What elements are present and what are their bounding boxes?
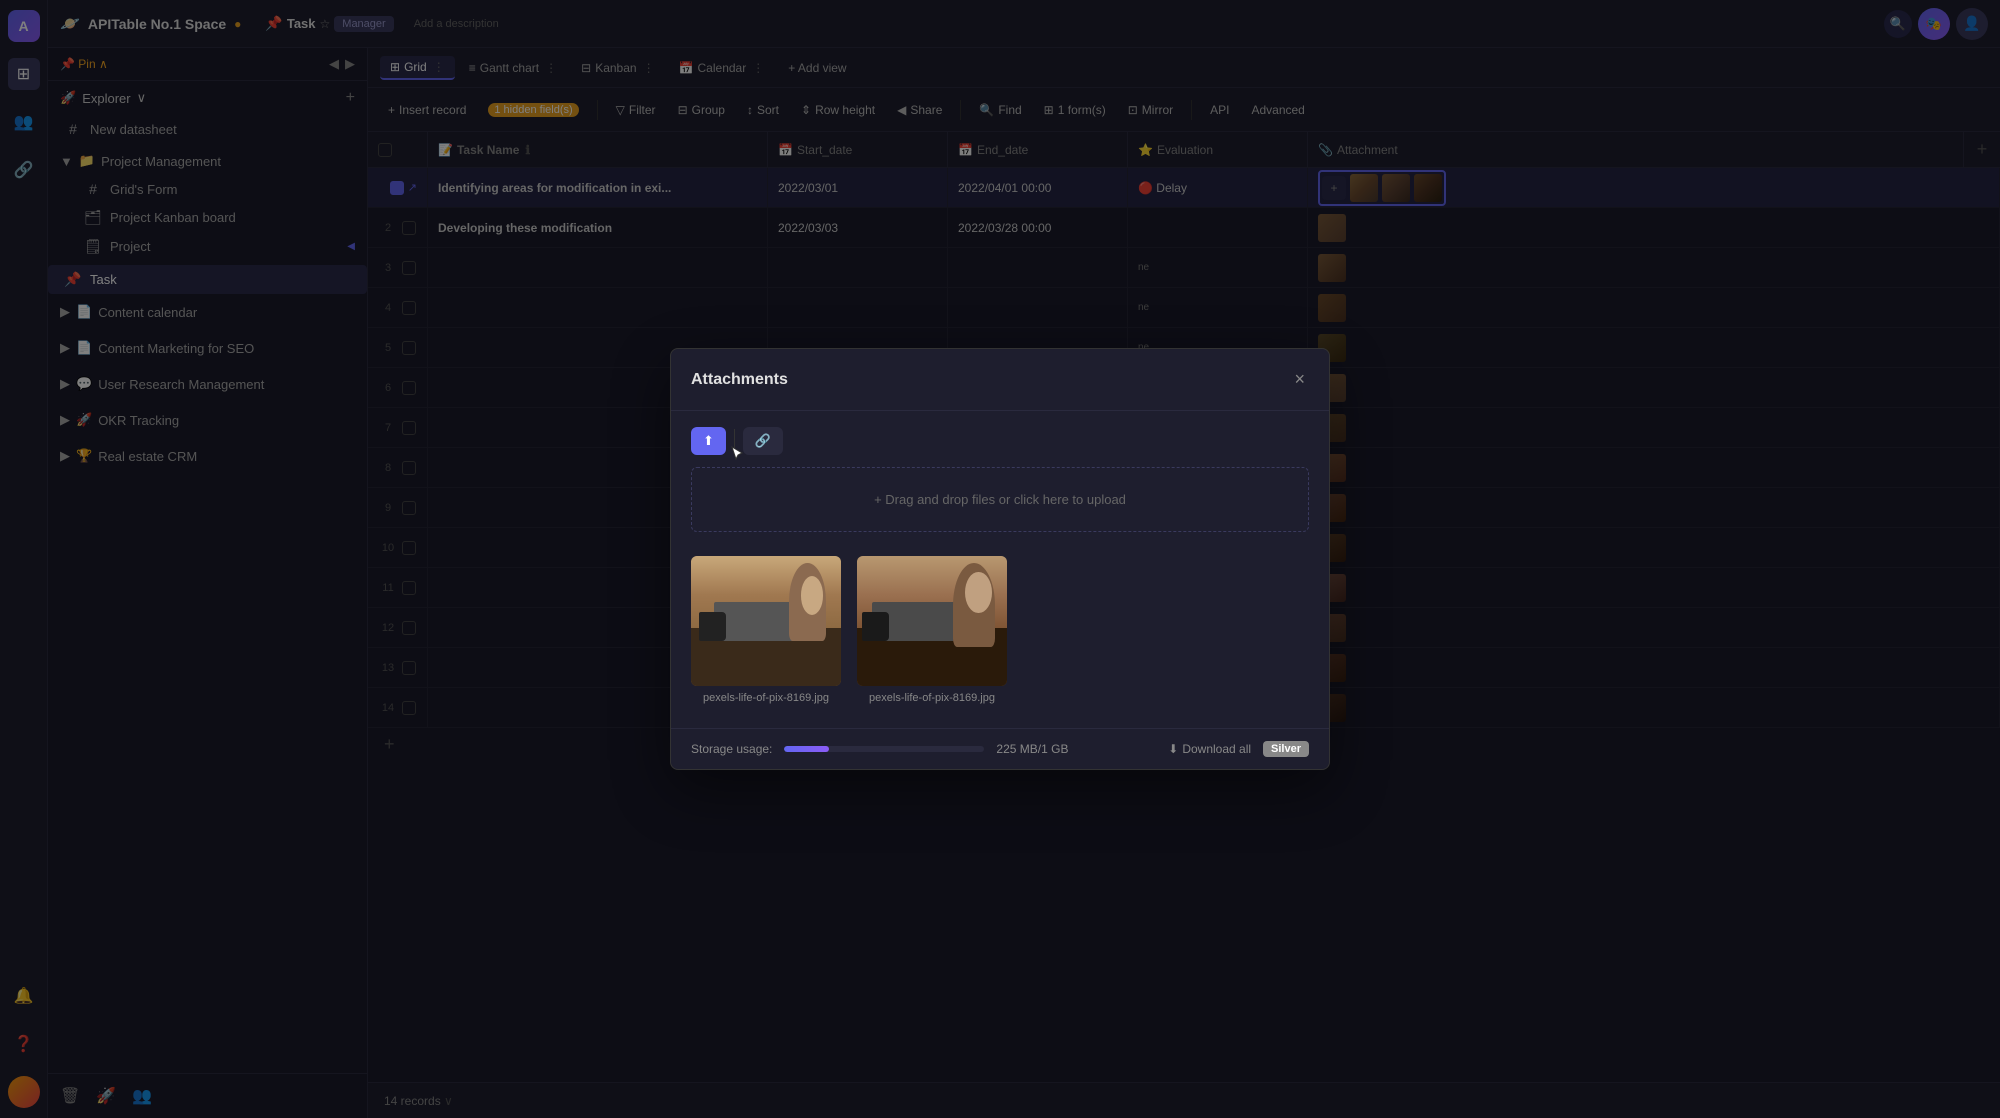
download-all-btn[interactable]: ⬇ Download all	[1168, 742, 1251, 756]
storage-label: Storage usage:	[691, 742, 772, 756]
attachment-thumb-1	[691, 556, 841, 686]
attachment-name-1: pexels-life-of-pix-8169.jpg	[703, 692, 829, 704]
upload-toolbar: ⬆ 🔗	[691, 427, 1309, 455]
modal-body: ⬆ 🔗 + Drag and drop files or click here …	[671, 411, 1329, 728]
modal-footer: Storage usage: 225 MB/1 GB ⬇ Download al…	[671, 728, 1329, 769]
download-label: Download all	[1182, 742, 1251, 756]
storage-fill	[784, 746, 829, 752]
attachment-item-1[interactable]: pexels-life-of-pix-8169.jpg	[691, 556, 841, 704]
attachments-grid: pexels-life-of-pix-8169.jpg pexels	[691, 548, 1309, 712]
modal-header: Attachments ×	[671, 349, 1329, 411]
drop-zone[interactable]: + Drag and drop files or click here to u…	[691, 467, 1309, 532]
upload-sep	[734, 429, 735, 453]
silver-badge: Silver	[1263, 741, 1309, 757]
link-icon: 🔗	[755, 433, 771, 448]
storage-bar	[784, 746, 984, 752]
storage-text: 225 MB/1 GB	[996, 742, 1068, 756]
thumb-scene-1	[691, 556, 841, 686]
drop-text: + Drag and drop files or click here to u…	[874, 492, 1126, 507]
upload-icon: ⬆	[703, 433, 714, 449]
upload-file-btn[interactable]: ⬆	[691, 427, 726, 455]
attachment-item-2[interactable]: pexels-life-of-pix-8169.jpg	[857, 556, 1007, 704]
modal-close-btn[interactable]: ×	[1290, 365, 1309, 394]
attachment-thumb-2	[857, 556, 1007, 686]
download-icon: ⬇	[1168, 742, 1178, 756]
modal-title: Attachments	[691, 371, 788, 389]
modal-overlay[interactable]: Attachments × ⬆ 🔗 + Drag and drop files …	[0, 0, 2000, 1118]
attachments-modal: Attachments × ⬆ 🔗 + Drag and drop files …	[670, 348, 1330, 770]
upload-link-btn[interactable]: 🔗	[743, 427, 783, 455]
thumb-scene-2	[857, 556, 1007, 686]
attachment-name-2: pexels-life-of-pix-8169.jpg	[869, 692, 995, 704]
